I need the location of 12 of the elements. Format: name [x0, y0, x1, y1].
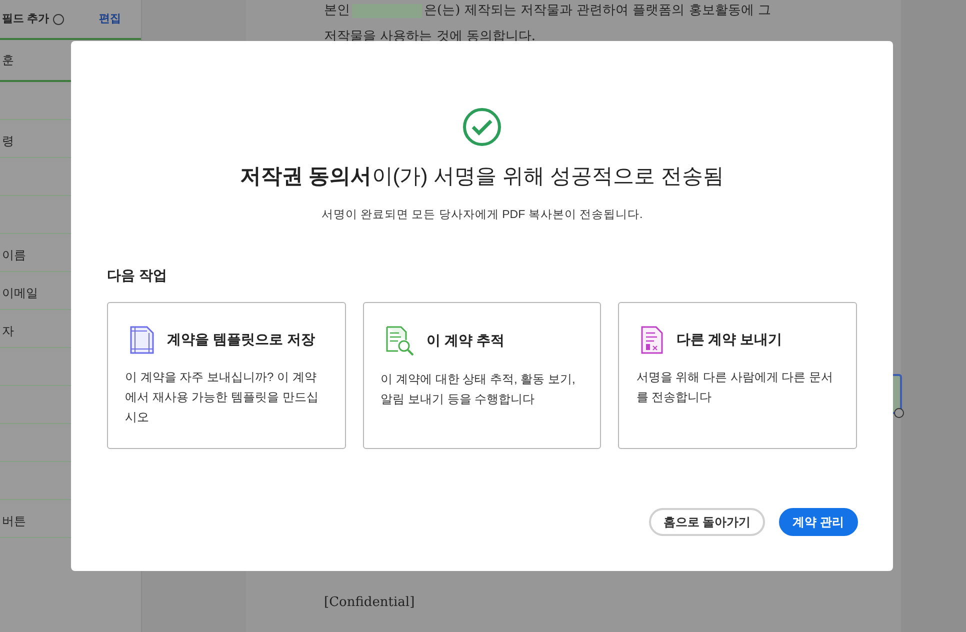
card-description: 서명을 위해 다른 사람에게 다른 문서를 전송합니다 [636, 368, 834, 406]
document-text: 은(는) 제작되는 저작물과 관련하여 플랫폼의 홍보활동에 그 [424, 2, 771, 20]
sidebar-header: 필드 추가 [2, 12, 50, 27]
card-title: 다른 계약 보내기 [676, 330, 782, 350]
card-description: 이 계약을 자주 보내십니까? 이 계약에서 재사용 가능한 템플릿을 만드십시오 [125, 368, 320, 426]
dialog-title: 저작권 동의서이(가) 서명을 위해 성공적으로 전송됨 [240, 164, 724, 190]
card-title: 계약을 템플릿으로 저장 [167, 330, 315, 350]
card-title: 이 계약 추적 [426, 331, 504, 350]
document-text: 본인 [324, 2, 350, 20]
document-footer: [Confidential] [324, 594, 415, 610]
card-description: 이 계약에 대한 상태 추적, 활동 보기, 알림 보내기 등을 수행합니다 [380, 370, 576, 408]
dialog-subtitle: 서명이 완료되면 모든 당사자에게 PDF 복사본이 전송됩니다. [321, 208, 643, 222]
